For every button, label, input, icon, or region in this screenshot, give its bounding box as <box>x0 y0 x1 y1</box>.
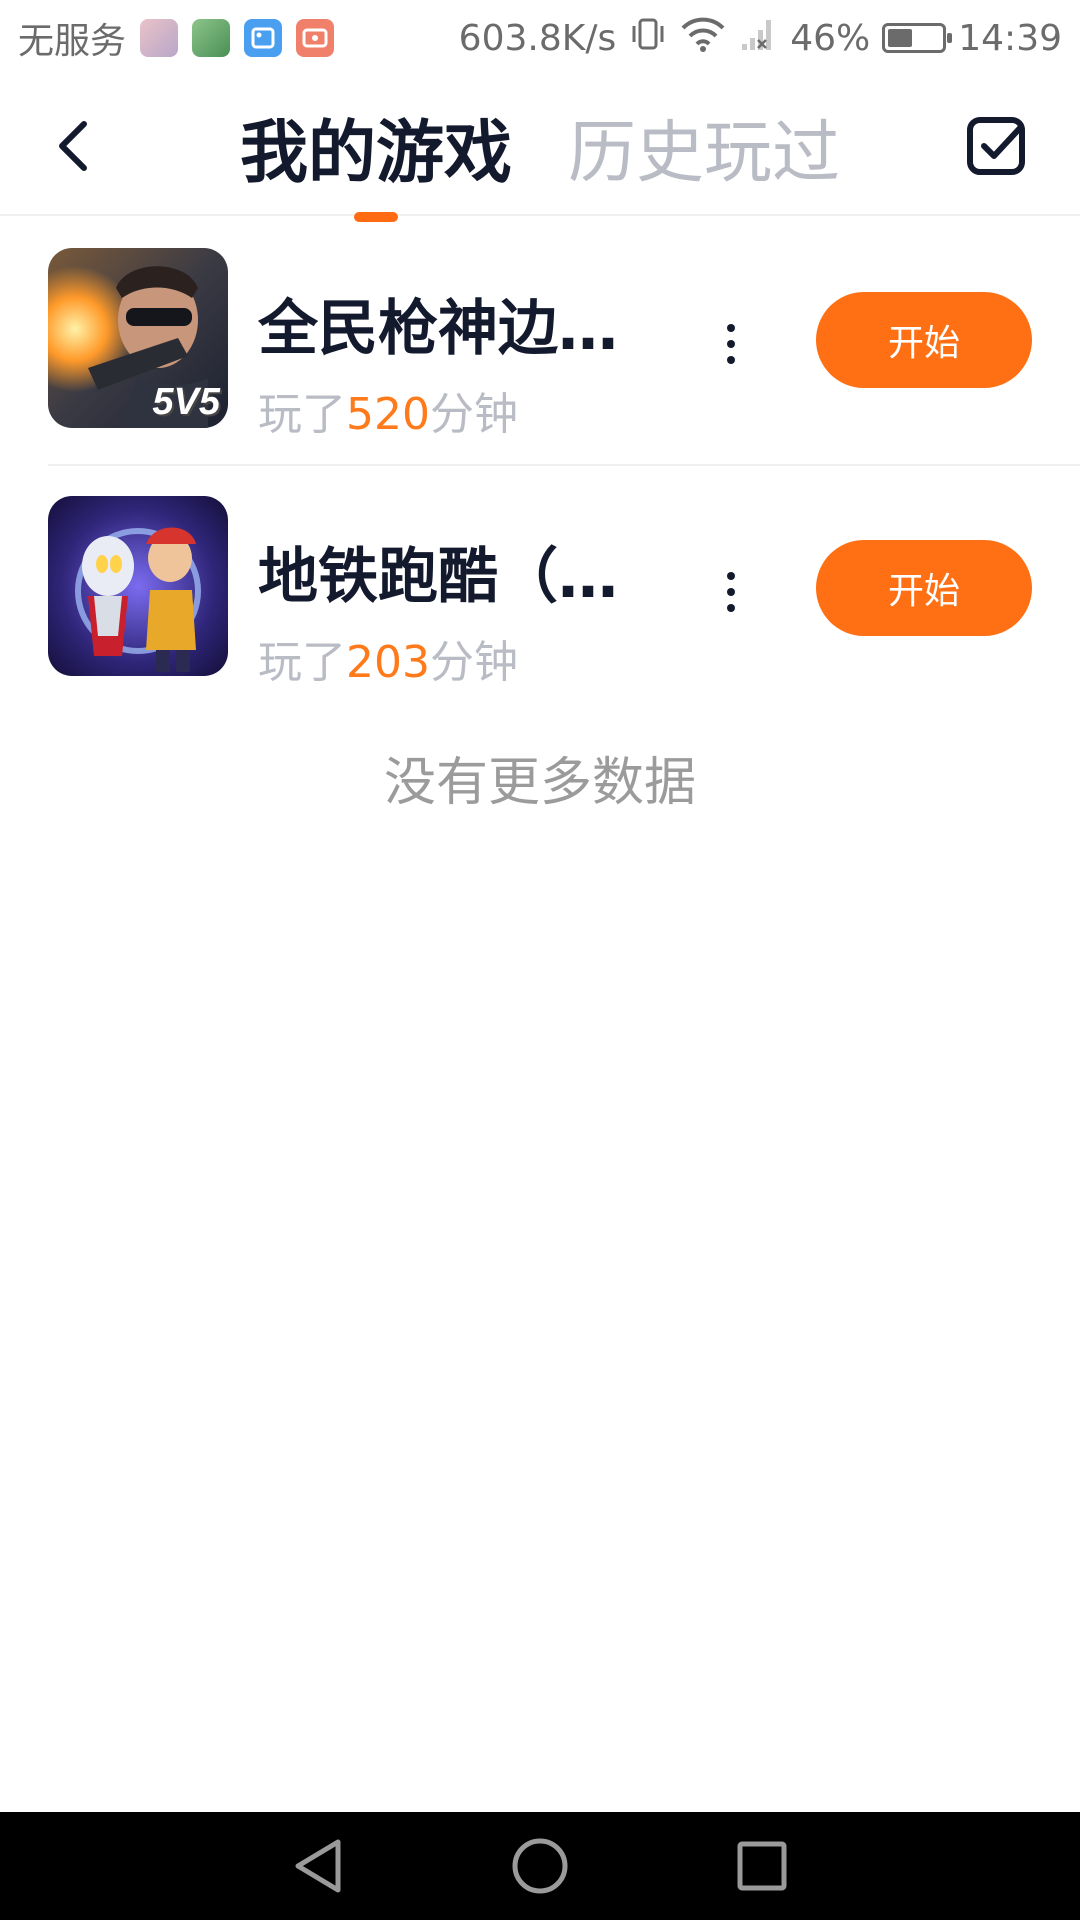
nav-home-button[interactable] <box>508 1834 572 1898</box>
tab-history[interactable]: 历史玩过 <box>568 97 840 196</box>
signal-icon <box>738 14 778 63</box>
battery-percent: 46% <box>790 17 871 59</box>
tab-label: 历史玩过 <box>568 113 841 193</box>
game-icon[interactable]: 5V5 <box>48 248 228 428</box>
checkbox-icon <box>967 117 1025 175</box>
playtime-suffix: 分钟 <box>429 389 518 440</box>
game-list: 5V5 全民枪神边境... 玩了520分钟 开始 地铁跑酷（欧... 玩了203… <box>0 218 1080 714</box>
playtime-prefix: 玩了 <box>258 637 346 688</box>
green-app-icon <box>192 19 231 57</box>
game-list-item[interactable]: 地铁跑酷（欧... 玩了203分钟 开始 <box>0 466 1080 714</box>
game-icon-label: 5V5 <box>152 381 220 423</box>
start-button[interactable]: 开始 <box>816 540 1032 636</box>
tab-bar: 我的游戏 历史玩过 <box>240 76 840 222</box>
screen-recorder-icon <box>296 19 335 57</box>
game-playtime: 玩了520分钟 <box>258 378 518 442</box>
network-speed: 603.8K/s <box>458 17 617 59</box>
nav-back-button[interactable] <box>286 1834 350 1898</box>
start-button[interactable]: 开始 <box>816 292 1032 388</box>
carrier-label: 无服务 <box>18 21 127 62</box>
tab-label: 我的游戏 <box>240 113 513 193</box>
playtime-minutes: 203 <box>346 637 430 688</box>
gallery-icon <box>244 19 283 57</box>
game-list-item[interactable]: 5V5 全民枪神边境... 玩了520分钟 开始 <box>0 218 1080 466</box>
more-options-button[interactable] <box>716 314 746 374</box>
header: 我的游戏 历史玩过 <box>0 76 1080 222</box>
more-dots-icon <box>727 324 735 332</box>
system-nav-bar <box>0 1812 1080 1920</box>
playtime-minutes: 520 <box>346 389 430 440</box>
game-name: 地铁跑酷（欧... <box>258 542 658 612</box>
playtime-suffix: 分钟 <box>429 637 518 688</box>
photo-thumbnail-icon <box>140 19 179 57</box>
square-recents-icon <box>737 1841 787 1891</box>
game-icon[interactable] <box>48 496 228 676</box>
chevron-left-icon <box>59 121 87 171</box>
circle-home-icon <box>512 1838 568 1894</box>
game-playtime: 玩了203分钟 <box>258 626 518 690</box>
playtime-prefix: 玩了 <box>258 389 346 440</box>
manage-button[interactable] <box>964 114 1028 178</box>
more-dots-icon <box>727 572 735 580</box>
no-more-data-label: 没有更多数据 <box>383 753 696 813</box>
nav-recents-button[interactable] <box>730 1834 794 1898</box>
battery-icon <box>882 23 953 53</box>
wifi-icon <box>680 14 726 63</box>
status-bar: 无服务 603.8K/s 46% 14:39 <box>0 0 1080 76</box>
clock: 14:39 <box>958 17 1062 59</box>
game-name: 全民枪神边境... <box>258 294 658 364</box>
triangle-back-icon <box>295 1839 341 1893</box>
vibrate-icon <box>628 14 668 63</box>
more-options-button[interactable] <box>716 562 746 622</box>
tab-my-games[interactable]: 我的游戏 <box>240 97 513 222</box>
back-button[interactable] <box>42 106 106 186</box>
